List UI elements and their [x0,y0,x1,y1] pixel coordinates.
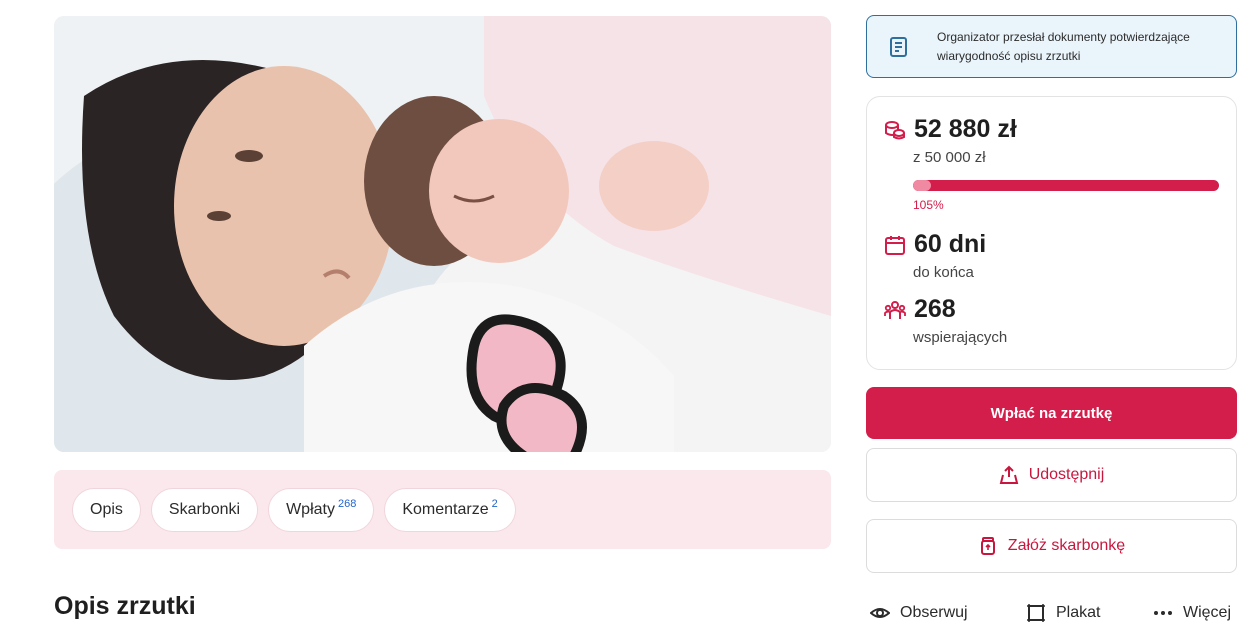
days-left: 60 dni [914,230,987,258]
tab-count-badge: 268 [337,498,357,510]
verification-text: Organizator przesłał dokumenty potwierdz… [937,29,1190,63]
share-icon [999,465,1018,484]
document-icon [890,36,907,57]
progress-bar [913,180,1219,191]
days-label: do końca [913,264,974,281]
jar-icon [980,537,995,555]
tab-label: Opis [90,501,123,518]
days-row: 60 dni [884,230,986,259]
donate-button[interactable]: Wpłać na zrzutkę [866,387,1237,439]
progress-highlight [913,180,931,191]
more-button[interactable]: Więcej [1153,603,1231,623]
tab-label: Skarbonki [168,501,241,518]
share-button[interactable]: Udostępnij [866,448,1237,502]
secondary-actions: Obserwuj Plakat Więcej [866,600,1237,626]
more-label: Więcej [1183,604,1232,621]
fundraiser-photo [54,16,831,452]
coins-icon [885,120,905,139]
poster-icon [1027,604,1045,622]
eye-icon [870,608,890,618]
follow-label: Obserwuj [900,604,968,621]
share-label: Udostępnij [1028,466,1105,483]
tab-komentarze[interactable]: Komentarze 2 [384,488,516,532]
tabs-bar: Opis Skarbonki Wpłaty 268 Komentarze 2 [54,470,831,549]
goal-text: z 50 000 zł [913,149,986,166]
progress-percent: 105% [913,198,944,212]
tab-opis[interactable]: Opis [72,488,141,532]
tab-skarbonki[interactable]: Skarbonki [150,488,259,532]
tab-label: Komentarze [402,501,489,518]
people-icon [884,300,906,319]
tab-wplaty[interactable]: Wpłaty 268 [268,488,375,532]
tab-count-badge: 2 [491,498,498,510]
piggybank-label: Załóż skarbonkę [1007,537,1126,554]
piggybank-button[interactable]: Załóż skarbonkę [866,519,1237,573]
section-title: Opis zrzutki [54,592,196,620]
supporters-label: wspierających [913,329,1008,346]
stats-card: 52 880 zł z 50 000 zł 105% 60 dni do koń… [866,96,1237,370]
ellipsis-icon [1154,611,1172,615]
poster-label: Plakat [1056,604,1101,621]
tab-label: Wpłaty [286,501,335,518]
photo-illustration [54,16,831,452]
raised-row: 52 880 zł [884,115,1017,144]
verification-notice: Organizator przesłał dokumenty potwierdz… [866,15,1237,78]
follow-button[interactable]: Obserwuj [870,603,968,623]
supporters-count: 268 [914,295,956,323]
donate-label: Wpłać na zrzutkę [990,404,1113,422]
supporters-row: 268 [884,295,956,324]
calendar-icon [885,235,905,255]
raised-amount: 52 880 zł [914,115,1017,143]
poster-button[interactable]: Plakat [1026,603,1100,623]
